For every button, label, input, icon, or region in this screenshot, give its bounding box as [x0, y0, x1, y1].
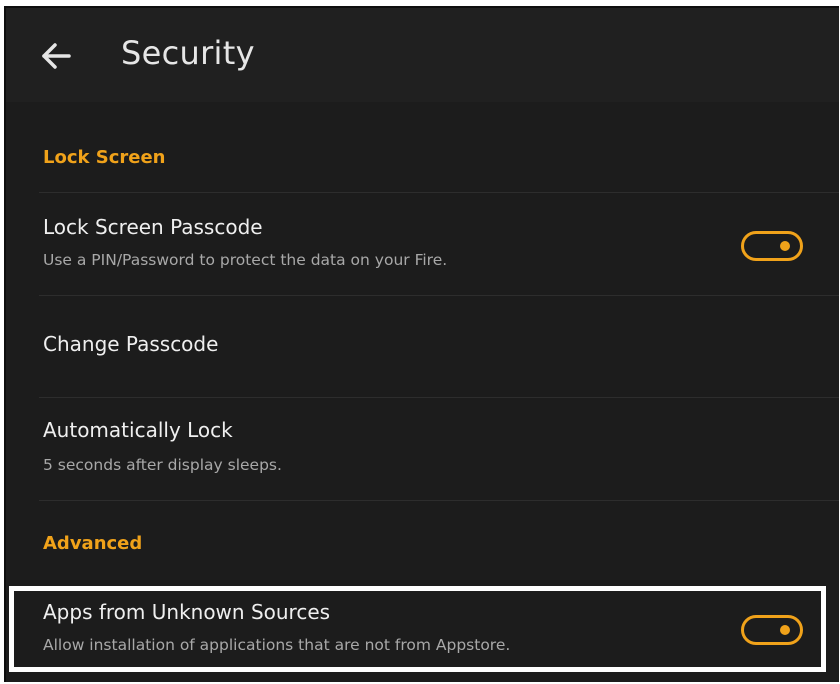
toggle-knob — [780, 625, 790, 635]
setting-title: Automatically Lock — [43, 418, 233, 442]
setting-row-change-passcode[interactable]: Change Passcode — [6, 296, 839, 397]
setting-row-lock-screen-passcode[interactable]: Lock Screen Passcode Use a PIN/Password … — [6, 193, 839, 295]
toggle-knob — [780, 241, 790, 251]
divider — [39, 500, 839, 501]
arrow-left-icon — [42, 43, 71, 69]
setting-subtitle: Allow installation of applications that … — [43, 636, 511, 654]
unknown-sources-toggle[interactable] — [741, 615, 803, 645]
setting-title: Change Passcode — [43, 332, 219, 356]
setting-subtitle: Use a PIN/Password to protect the data o… — [43, 251, 448, 269]
setting-title: Lock Screen Passcode — [43, 215, 263, 239]
settings-screen: Security Lock Screen Lock Screen Passcod… — [4, 6, 839, 682]
setting-title: Apps from Unknown Sources — [43, 600, 331, 624]
setting-row-automatically-lock[interactable]: Automatically Lock 5 seconds after displ… — [6, 398, 839, 500]
app-bar: Security — [6, 8, 839, 102]
setting-row-apps-from-unknown-sources[interactable]: Apps from Unknown Sources Allow installa… — [6, 590, 839, 670]
section-header-advanced: Advanced — [43, 533, 143, 554]
lock-screen-passcode-toggle[interactable] — [741, 231, 803, 261]
page-title: Security — [121, 34, 255, 72]
section-header-lock-screen: Lock Screen — [43, 147, 166, 168]
back-button[interactable] — [36, 36, 76, 76]
setting-subtitle: 5 seconds after display sleeps. — [43, 456, 282, 474]
